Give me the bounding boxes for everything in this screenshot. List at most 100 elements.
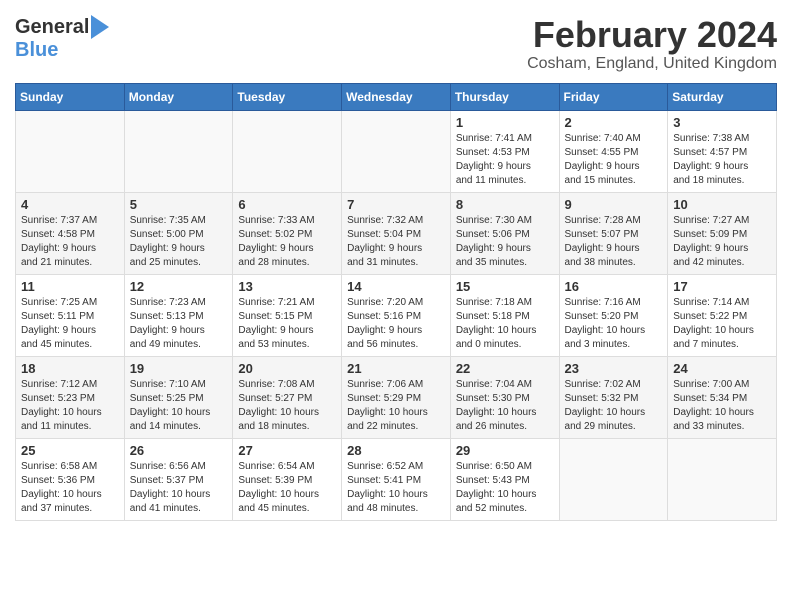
- calendar-cell: 6Sunrise: 7:33 AM Sunset: 5:02 PM Daylig…: [233, 192, 342, 274]
- day-number: 16: [565, 279, 663, 294]
- calendar-cell: 12Sunrise: 7:23 AM Sunset: 5:13 PM Dayli…: [124, 274, 233, 356]
- day-info: Sunrise: 7:41 AM Sunset: 4:53 PM Dayligh…: [456, 132, 554, 188]
- calendar-cell: 23 Sunrise: 7:02 AM Sunset: 5:32 PM Dayli…: [559, 356, 668, 438]
- day-number: 19: [130, 361, 228, 376]
- calendar-cell: 7 Sunrise: 7:32 AM Sunset: 5:04 PM Daylig…: [342, 192, 451, 274]
- calendar-cell: 9 Sunrise: 7:28 AM Sunset: 5:07 PM Daylig…: [559, 192, 668, 274]
- calendar-cell: [342, 110, 451, 192]
- day-number: 28: [347, 443, 445, 458]
- calendar-body: 1 Sunrise: 7:41 AM Sunset: 4:53 PM Daylig…: [16, 110, 777, 520]
- calendar-cell: 17Sunrise: 7:14 AM Sunset: 5:22 PM Dayli…: [668, 274, 777, 356]
- calendar-week-row: 18 Sunrise: 7:12 AM Sunset: 5:23 PM Dayli…: [16, 356, 777, 438]
- calendar-cell: 14 Sunrise: 7:20 AM Sunset: 5:16 PM Dayli…: [342, 274, 451, 356]
- calendar-cell: 18 Sunrise: 7:12 AM Sunset: 5:23 PM Dayli…: [16, 356, 125, 438]
- calendar-cell: 22 Sunrise: 7:04 AM Sunset: 5:30 PM Dayli…: [450, 356, 559, 438]
- day-number: 25: [21, 443, 119, 458]
- calendar-cell: 25 Sunrise: 6:58 AM Sunset: 5:36 PM Dayli…: [16, 438, 125, 520]
- day-info: Sunrise: 7:10 AM Sunset: 5:25 PM Dayligh…: [130, 378, 228, 434]
- location-title: Cosham, England, United Kingdom: [527, 55, 777, 73]
- logo-arrow-icon: [91, 15, 109, 39]
- day-info: Sunrise: 6:58 AM Sunset: 5:36 PM Dayligh…: [21, 460, 119, 516]
- day-info: Sunrise: 7:18 AM Sunset: 5:18 PM Dayligh…: [456, 296, 554, 352]
- calendar-header: General Blue February 2024 Cosham, Engla…: [15, 15, 777, 73]
- day-info: Sunrise: 7:27 AM Sunset: 5:09 PM Dayligh…: [673, 214, 771, 270]
- day-number: 5: [130, 197, 228, 212]
- calendar-cell: 24 Sunrise: 7:00 AM Sunset: 5:34 PM Dayli…: [668, 356, 777, 438]
- calendar-cell: 1 Sunrise: 7:41 AM Sunset: 4:53 PM Daylig…: [450, 110, 559, 192]
- day-number: 1: [456, 115, 554, 130]
- day-number: 14: [347, 279, 445, 294]
- calendar-cell: 21 Sunrise: 7:06 AM Sunset: 5:29 PM Dayli…: [342, 356, 451, 438]
- weekday-header-friday: Friday: [559, 83, 668, 110]
- calendar-cell: 11Sunrise: 7:25 AM Sunset: 5:11 PM Dayli…: [16, 274, 125, 356]
- day-info: Sunrise: 7:06 AM Sunset: 5:29 PM Dayligh…: [347, 378, 445, 434]
- weekday-header-sunday: Sunday: [16, 83, 125, 110]
- weekday-header-monday: Monday: [124, 83, 233, 110]
- calendar-cell: 15 Sunrise: 7:18 AM Sunset: 5:18 PM Dayli…: [450, 274, 559, 356]
- calendar-cell: [559, 438, 668, 520]
- day-info: Sunrise: 7:30 AM Sunset: 5:06 PM Dayligh…: [456, 214, 554, 270]
- day-info: Sunrise: 7:00 AM Sunset: 5:34 PM Dayligh…: [673, 378, 771, 434]
- calendar-week-row: 11Sunrise: 7:25 AM Sunset: 5:11 PM Dayli…: [16, 274, 777, 356]
- day-number: 11: [21, 279, 119, 294]
- day-number: 23: [565, 361, 663, 376]
- calendar-cell: [668, 438, 777, 520]
- day-number: 13: [238, 279, 336, 294]
- day-number: 22: [456, 361, 554, 376]
- day-info: Sunrise: 7:32 AM Sunset: 5:04 PM Dayligh…: [347, 214, 445, 270]
- day-info: Sunrise: 6:56 AM Sunset: 5:37 PM Dayligh…: [130, 460, 228, 516]
- day-number: 6: [238, 197, 336, 212]
- day-number: 24: [673, 361, 771, 376]
- day-number: 29: [456, 443, 554, 458]
- day-info: Sunrise: 7:16 AM Sunset: 5:20 PM Dayligh…: [565, 296, 663, 352]
- weekday-header-saturday: Saturday: [668, 83, 777, 110]
- day-info: Sunrise: 7:08 AM Sunset: 5:27 PM Dayligh…: [238, 378, 336, 434]
- calendar-cell: [233, 110, 342, 192]
- calendar-cell: 26Sunrise: 6:56 AM Sunset: 5:37 PM Dayli…: [124, 438, 233, 520]
- day-info: Sunrise: 6:54 AM Sunset: 5:39 PM Dayligh…: [238, 460, 336, 516]
- calendar-cell: 10 Sunrise: 7:27 AM Sunset: 5:09 PM Dayli…: [668, 192, 777, 274]
- day-info: Sunrise: 7:23 AM Sunset: 5:13 PM Dayligh…: [130, 296, 228, 352]
- day-number: 8: [456, 197, 554, 212]
- day-info: Sunrise: 6:50 AM Sunset: 5:43 PM Dayligh…: [456, 460, 554, 516]
- calendar-cell: 5 Sunrise: 7:35 AM Sunset: 5:00 PM Daylig…: [124, 192, 233, 274]
- day-number: 15: [456, 279, 554, 294]
- calendar-cell: 19 Sunrise: 7:10 AM Sunset: 5:25 PM Dayli…: [124, 356, 233, 438]
- calendar-cell: 28 Sunrise: 6:52 AM Sunset: 5:41 PM Dayli…: [342, 438, 451, 520]
- calendar-week-row: 4Sunrise: 7:37 AM Sunset: 4:58 PM Daylig…: [16, 192, 777, 274]
- calendar-cell: 4Sunrise: 7:37 AM Sunset: 4:58 PM Daylig…: [16, 192, 125, 274]
- day-info: Sunrise: 7:04 AM Sunset: 5:30 PM Dayligh…: [456, 378, 554, 434]
- day-number: 27: [238, 443, 336, 458]
- calendar-cell: 8 Sunrise: 7:30 AM Sunset: 5:06 PM Daylig…: [450, 192, 559, 274]
- day-info: Sunrise: 7:12 AM Sunset: 5:23 PM Dayligh…: [21, 378, 119, 434]
- day-info: Sunrise: 7:38 AM Sunset: 4:57 PM Dayligh…: [673, 132, 771, 188]
- logo-blue: Blue: [15, 39, 58, 62]
- logo-general: General: [15, 16, 89, 39]
- day-number: 10: [673, 197, 771, 212]
- month-title: February 2024: [527, 15, 777, 55]
- day-info: Sunrise: 7:28 AM Sunset: 5:07 PM Dayligh…: [565, 214, 663, 270]
- day-info: Sunrise: 7:35 AM Sunset: 5:00 PM Dayligh…: [130, 214, 228, 270]
- day-info: Sunrise: 7:02 AM Sunset: 5:32 PM Dayligh…: [565, 378, 663, 434]
- day-info: Sunrise: 7:40 AM Sunset: 4:55 PM Dayligh…: [565, 132, 663, 188]
- calendar-cell: 16 Sunrise: 7:16 AM Sunset: 5:20 PM Dayli…: [559, 274, 668, 356]
- weekday-header-thursday: Thursday: [450, 83, 559, 110]
- calendar-header-row: SundayMondayTuesdayWednesdayThursdayFrid…: [16, 83, 777, 110]
- day-number: 9: [565, 197, 663, 212]
- day-number: 18: [21, 361, 119, 376]
- day-info: Sunrise: 7:14 AM Sunset: 5:22 PM Dayligh…: [673, 296, 771, 352]
- day-info: Sunrise: 7:37 AM Sunset: 4:58 PM Dayligh…: [21, 214, 119, 270]
- day-info: Sunrise: 7:20 AM Sunset: 5:16 PM Dayligh…: [347, 296, 445, 352]
- day-number: 2: [565, 115, 663, 130]
- calendar-cell: 2 Sunrise: 7:40 AM Sunset: 4:55 PM Daylig…: [559, 110, 668, 192]
- calendar-table: SundayMondayTuesdayWednesdayThursdayFrid…: [15, 83, 777, 521]
- calendar-cell: 27 Sunrise: 6:54 AM Sunset: 5:39 PM Dayli…: [233, 438, 342, 520]
- day-number: 7: [347, 197, 445, 212]
- weekday-header-tuesday: Tuesday: [233, 83, 342, 110]
- calendar-week-row: 25 Sunrise: 6:58 AM Sunset: 5:36 PM Dayli…: [16, 438, 777, 520]
- day-info: Sunrise: 6:52 AM Sunset: 5:41 PM Dayligh…: [347, 460, 445, 516]
- calendar-cell: [124, 110, 233, 192]
- day-number: 21: [347, 361, 445, 376]
- title-area: February 2024 Cosham, England, United Ki…: [527, 15, 777, 73]
- day-info: Sunrise: 7:21 AM Sunset: 5:15 PM Dayligh…: [238, 296, 336, 352]
